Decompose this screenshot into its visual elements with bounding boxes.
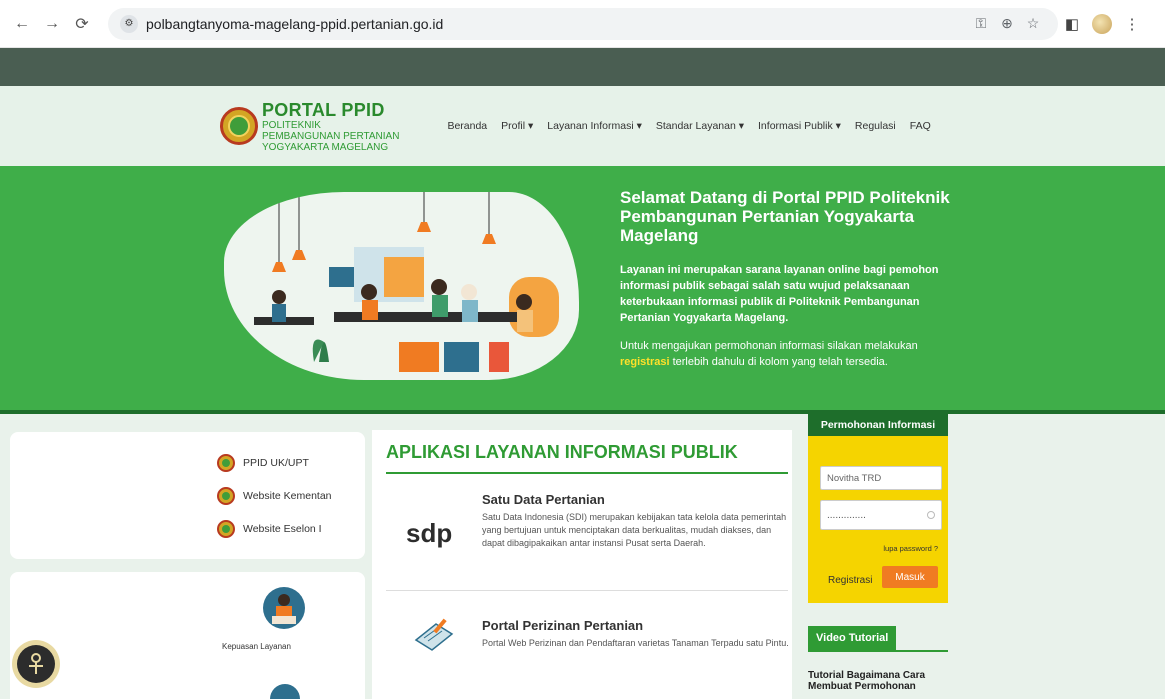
- url-text: polbangtanyoma-magelang-ppid.pertanian.g…: [146, 15, 444, 32]
- top-strip: [0, 48, 1165, 86]
- hero-illustration: [224, 192, 579, 380]
- link-label: Website Eselon I: [243, 523, 322, 535]
- logo-title: PORTAL PPID: [262, 99, 385, 120]
- registrasi-link[interactable]: registrasi: [620, 356, 670, 368]
- sdp-logo: sdp: [406, 518, 452, 549]
- link-ppid-ukupt[interactable]: PPID UK/UPT: [217, 454, 309, 472]
- survey-card: Kepuasan Layanan: [10, 572, 365, 699]
- forward-icon[interactable]: →: [38, 10, 66, 38]
- hero-instruction-prefix: Untuk mengajukan permohonan informasi si…: [620, 340, 918, 352]
- profile-avatar[interactable]: [1092, 13, 1112, 34]
- site-settings-icon[interactable]: ⚙: [120, 14, 138, 33]
- back-icon[interactable]: ←: [8, 10, 36, 38]
- video-tutorial-title: Video Tutorial: [808, 626, 896, 650]
- hero-banner: Selamat Datang di Portal PPID Politeknik…: [0, 166, 1165, 414]
- show-password-icon[interactable]: [927, 511, 935, 519]
- apps-title-rule: [386, 472, 788, 474]
- survey-second-icon[interactable]: [270, 684, 300, 699]
- password-field[interactable]: ..............: [820, 500, 942, 530]
- address-bar[interactable]: ⚙ polbangtanyoma-magelang-ppid.pertanian…: [108, 7, 1058, 40]
- zoom-icon[interactable]: ⊕: [994, 15, 1020, 32]
- permohonan-form-title: Permohonan Informasi: [808, 414, 948, 436]
- eselon-seal-icon: [217, 520, 235, 538]
- logo-line-2: PEMBANGUNAN PERTANIAN: [262, 130, 400, 142]
- side-panel-icon[interactable]: ◧: [1058, 15, 1086, 33]
- logo-seal-icon: [220, 107, 258, 145]
- app-item-perizinan[interactable]: Portal Perizinan Pertanian Portal Web Pe…: [386, 618, 789, 678]
- nav-profil[interactable]: Profil ▾: [501, 120, 533, 132]
- username-field[interactable]: Novitha TRD: [820, 466, 942, 490]
- app-item-satu-data[interactable]: sdp Satu Data Pertanian Satu Data Indone…: [386, 492, 788, 582]
- key-icon[interactable]: ⚿: [968, 15, 994, 32]
- link-label: Website Kementan: [243, 490, 332, 502]
- password-mask: ..............: [827, 509, 866, 521]
- reload-icon[interactable]: ⟳: [68, 10, 96, 38]
- link-label: PPID UK/UPT: [243, 457, 309, 469]
- apps-section-title: APLIKASI LAYANAN INFORMASI PUBLIK: [386, 442, 738, 462]
- permohonan-form: Novitha TRD .............. lupa password…: [808, 436, 948, 603]
- site-logo[interactable]: PORTAL PPID POLITEKNIK PEMBANGUNAN PERTA…: [220, 100, 399, 153]
- nav-regulasi[interactable]: Regulasi: [855, 120, 896, 132]
- satisfaction-illustration-icon[interactable]: [262, 586, 306, 630]
- main-content: PPID UK/UPT Website Kementan Website Ese…: [0, 414, 1165, 699]
- nav-informasi-publik[interactable]: Informasi Publik ▾: [758, 120, 841, 132]
- bookmark-star-icon[interactable]: ☆: [1020, 15, 1046, 32]
- site-header: PORTAL PPID POLITEKNIK PEMBANGUNAN PERTA…: [0, 86, 1165, 166]
- survey-label[interactable]: Kepuasan Layanan: [222, 642, 291, 651]
- quick-links-card: PPID UK/UPT Website Kementan Website Ese…: [10, 432, 365, 559]
- app-name[interactable]: Portal Perizinan Pertanian: [482, 618, 643, 633]
- nav-beranda[interactable]: Beranda: [447, 120, 487, 132]
- app-desc: Satu Data Indonesia (SDI) merupakan kebi…: [482, 512, 787, 548]
- main-nav: Beranda Profil ▾ Layanan Informasi ▾ Sta…: [447, 120, 944, 132]
- video-tutorial-desc[interactable]: Tutorial Bagaimana Cara Membuat Permohon…: [808, 670, 948, 692]
- accessibility-icon: [17, 645, 55, 683]
- hero-instruction: Untuk mengajukan permohonan informasi si…: [620, 338, 930, 370]
- document-pen-icon: [412, 618, 456, 657]
- menu-kebab-icon[interactable]: ⋮: [1118, 15, 1146, 33]
- apps-section: APLIKASI LAYANAN INFORMASI PUBLIK sdp Sa…: [372, 430, 792, 699]
- sdp-logo-text: sdp: [406, 518, 453, 548]
- masuk-button[interactable]: Masuk: [882, 566, 938, 588]
- logo-line-3: YOGYAKARTA MAGELANG: [262, 141, 389, 153]
- link-website-kementan[interactable]: Website Kementan: [217, 487, 332, 505]
- registrasi-button[interactable]: Registrasi: [828, 575, 872, 586]
- apps-divider: [386, 590, 788, 591]
- hero-instruction-suffix: terlebih dahulu di kolom yang telah ters…: [669, 356, 888, 368]
- kementan-seal-icon: [217, 487, 235, 505]
- app-name[interactable]: Satu Data Pertanian: [482, 492, 605, 507]
- hero-description: Layanan ini merupakan sarana layanan onl…: [620, 264, 939, 324]
- accessibility-button[interactable]: [12, 640, 60, 688]
- link-website-eselon[interactable]: Website Eselon I: [217, 520, 322, 538]
- browser-toolbar: ← → ⟳ ⚙ polbangtanyoma-magelang-ppid.per…: [0, 0, 1165, 48]
- hero-title: Selamat Datang di Portal PPID Politeknik…: [620, 188, 950, 245]
- forgot-password-link[interactable]: lupa password ?: [883, 544, 938, 553]
- nav-standar-layanan[interactable]: Standar Layanan ▾: [656, 120, 744, 132]
- nav-layanan-informasi[interactable]: Layanan Informasi ▾: [547, 120, 642, 132]
- app-desc: Portal Web Perizinan dan Pendaftaran var…: [482, 638, 789, 648]
- ppid-seal-icon: [217, 454, 235, 472]
- logo-line-1: POLITEKNIK: [262, 119, 321, 131]
- video-title-rule: [808, 650, 948, 652]
- nav-faq[interactable]: FAQ: [910, 120, 931, 132]
